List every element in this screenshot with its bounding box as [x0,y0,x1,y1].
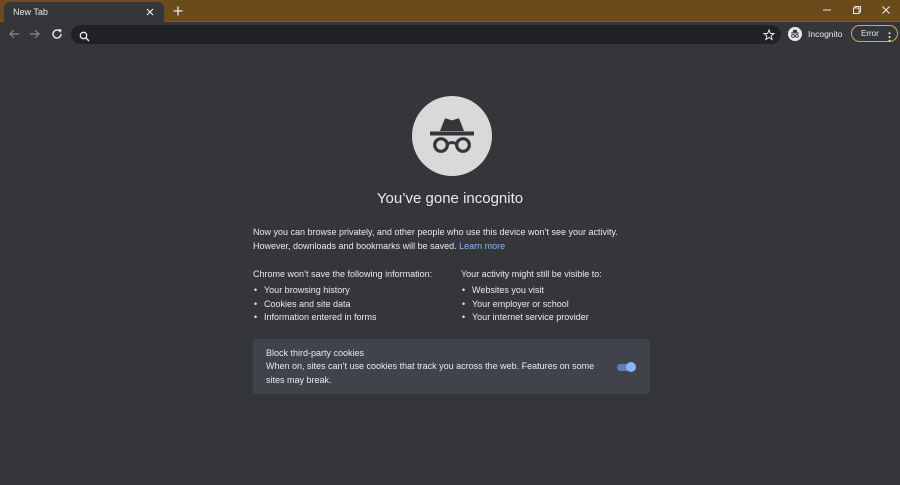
toggle-knob [626,362,636,372]
not-saved-list: Your browsing history Cookies and site d… [253,284,453,325]
error-label: Error [861,29,879,38]
tab-strip: New Tab [0,0,900,22]
close-icon[interactable] [873,2,899,18]
not-saved-title: Chrome won’t save the following informat… [253,269,433,279]
error-menu-button[interactable]: Error [851,25,898,42]
incognito-icon [412,96,492,176]
toolbar: Incognito Error [0,22,900,46]
address-bar[interactable] [71,25,781,44]
still-visible-section: Your activity might still be visible to:… [461,268,661,325]
address-input[interactable] [97,27,747,42]
list-item: Websites you visit [461,284,661,298]
tab-title: New Tab [13,7,48,17]
reload-icon[interactable] [49,26,65,42]
tab-close-icon[interactable] [144,6,156,18]
restore-icon[interactable] [844,2,870,18]
list-item: Cookies and site data [253,298,453,312]
list-item: Information entered in forms [253,311,453,325]
minimize-icon[interactable] [814,2,840,18]
cookie-controls-title: Block third-party cookies [266,348,365,358]
page-heading: You’ve gone incognito [376,190,524,207]
list-item: Your employer or school [461,298,661,312]
list-item: Your browsing history [253,284,453,298]
incognito-avatar-icon [788,27,802,41]
bookmark-star-icon[interactable] [762,28,776,41]
still-visible-list: Websites you visit Your employer or scho… [461,284,661,325]
back-arrow-icon[interactable] [6,26,22,42]
intro-text: Now you can browse privately, and other … [253,227,618,251]
tab-new-tab[interactable]: New Tab [4,2,164,22]
search-icon [79,29,90,42]
list-item: Your internet service provider [461,311,661,325]
still-visible-title: Your activity might still be visible to: [461,269,602,279]
new-tab-plus-icon[interactable] [170,4,186,18]
intro-paragraph: Now you can browse privately, and other … [253,226,653,253]
not-saved-section: Chrome won’t save the following informat… [253,268,453,325]
more-vert-icon [888,29,891,42]
forward-arrow-icon[interactable] [27,26,43,42]
profile-label: Incognito [808,29,843,39]
block-cookies-toggle[interactable] [616,361,637,373]
cookie-controls-description: When on, sites can’t use cookies that tr… [266,361,595,385]
incognito-profile-button[interactable]: Incognito [788,26,843,42]
cookie-controls-card: Block third-party cookies When on, sites… [253,339,650,394]
learn-more-link[interactable]: Learn more [459,241,505,251]
